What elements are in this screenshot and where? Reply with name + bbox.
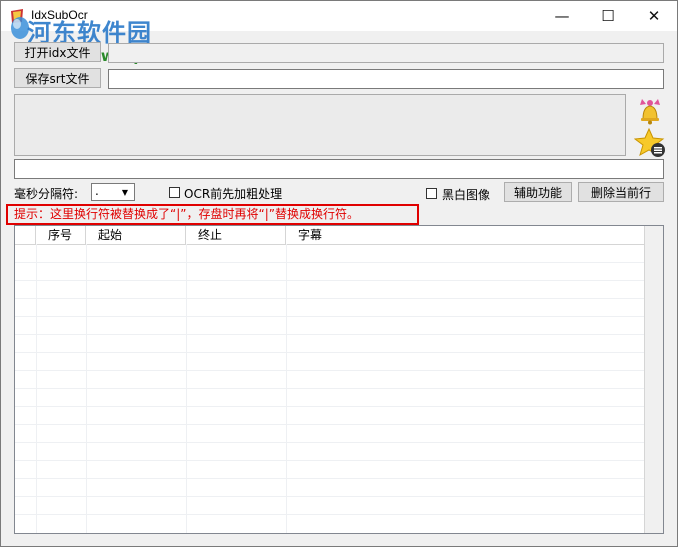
grid-line — [15, 496, 645, 497]
chevron-down-icon: ▼ — [121, 187, 129, 197]
ocr-bold-checkbox[interactable] — [169, 187, 180, 198]
ocr-text-field[interactable] — [14, 159, 664, 179]
grid-line — [15, 262, 645, 263]
grid-line — [15, 424, 645, 425]
grid-line — [86, 244, 87, 533]
grid-line — [15, 478, 645, 479]
close-icon: ✕ — [647, 7, 661, 25]
save-srt-button[interactable]: 保存srt文件 — [14, 68, 101, 88]
header-cell-indicator — [15, 226, 36, 244]
ms-separator-label: 毫秒分隔符: — [14, 187, 79, 201]
table-vertical-scrollbar[interactable] — [644, 226, 663, 533]
subtitle-image-preview — [14, 94, 626, 156]
header-cell-start[interactable]: 起始 — [86, 226, 186, 244]
close-button[interactable]: ✕ — [631, 1, 677, 31]
grid-line — [15, 352, 645, 353]
grid-line — [15, 370, 645, 371]
open-idx-button[interactable]: 打开idx文件 — [14, 42, 101, 62]
grid-line — [15, 514, 645, 515]
delete-row-button[interactable]: 删除当前行 — [578, 182, 664, 202]
grid-line — [15, 298, 645, 299]
minimize-button[interactable]: — — [539, 1, 585, 31]
ms-separator-select[interactable]: . ▼ — [91, 183, 135, 201]
grid-line — [15, 280, 645, 281]
grid-line — [15, 334, 645, 335]
assist-button[interactable]: 辅助功能 — [504, 182, 572, 202]
srt-path-field[interactable] — [108, 69, 664, 89]
maximize-button[interactable]: ☐ — [585, 1, 631, 31]
grid-line — [186, 244, 187, 533]
ocr-bold-label: OCR前先加粗处理 — [184, 187, 283, 201]
app-window: IdxSubOcr — ☐ ✕ 河东软件园 www.pc0359.cn 打开id… — [0, 0, 678, 547]
maximize-icon: ☐ — [601, 7, 615, 25]
header-cell-end[interactable]: 终止 — [186, 226, 286, 244]
subtitle-table[interactable]: 序号 起始 终止 字幕 — [14, 225, 664, 534]
grid-line — [15, 460, 645, 461]
bell-icon[interactable] — [634, 95, 666, 125]
idx-path-field[interactable] — [108, 43, 664, 63]
bw-image-label: 黑白图像 — [442, 188, 491, 202]
grid-line — [15, 316, 645, 317]
grid-line — [15, 442, 645, 443]
grid-line — [36, 244, 37, 533]
bw-image-checkbox[interactable] — [426, 188, 437, 199]
header-cell-index[interactable]: 序号 — [36, 226, 86, 244]
grid-line — [15, 388, 645, 389]
minimize-icon: — — [554, 7, 570, 25]
star-list-icon[interactable] — [634, 127, 668, 159]
grid-line — [15, 406, 645, 407]
hint-text: 提示：这里换行符被替换成了“|”，存盘时再将“|”替换成换行符。 — [6, 204, 419, 225]
grid-line — [286, 244, 287, 533]
ms-separator-value: . — [95, 184, 99, 198]
table-header: 序号 起始 终止 字幕 — [15, 226, 663, 245]
header-cell-subtitle[interactable]: 字幕 — [286, 226, 645, 244]
